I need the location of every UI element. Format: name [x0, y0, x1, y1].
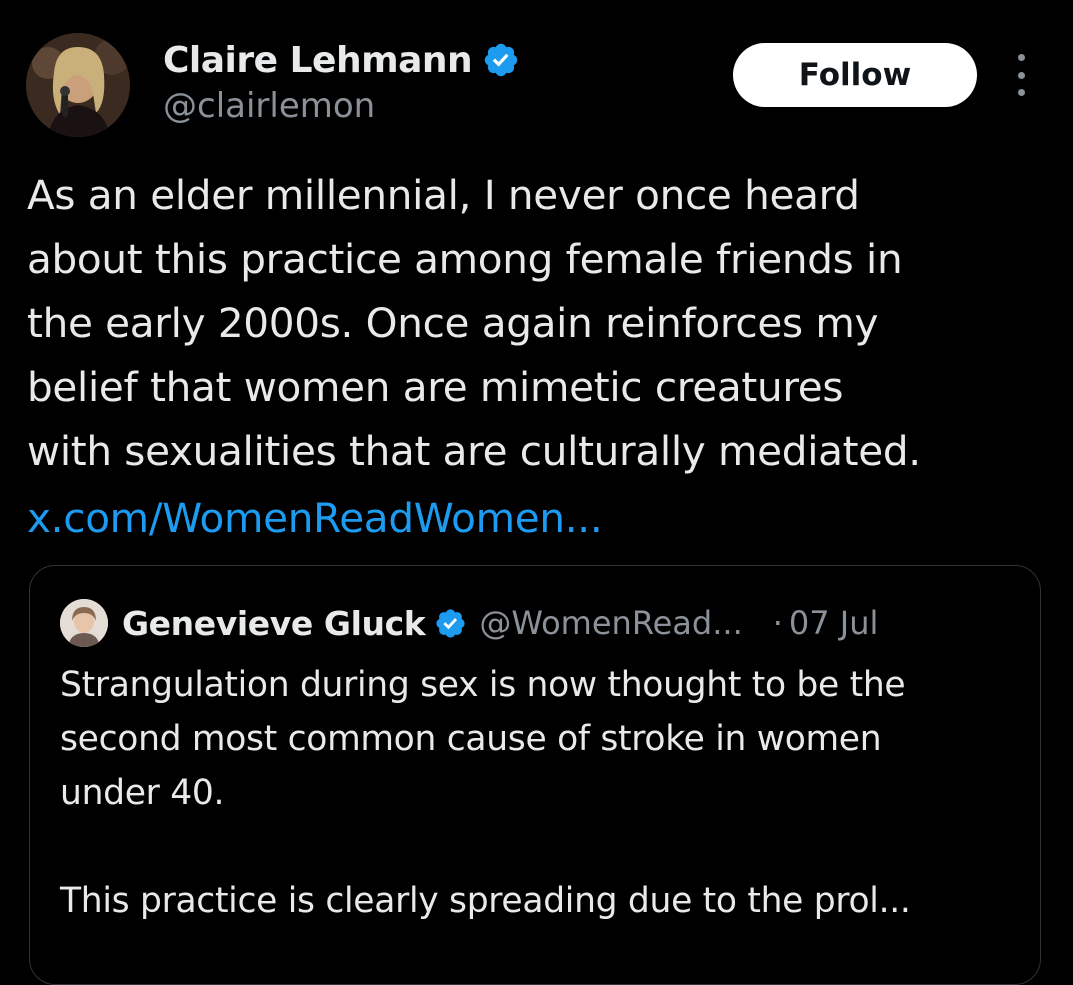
- vertical-ellipsis-icon[interactable]: [1006, 54, 1036, 96]
- quoted-author-display-name[interactable]: Genevieve Gluck: [122, 604, 426, 643]
- author-handle[interactable]: @clairlemon: [163, 86, 375, 126]
- author-display-name[interactable]: Claire Lehmann: [163, 40, 473, 81]
- author-name-row: Claire Lehmann: [163, 38, 520, 82]
- quoted-tweet-card[interactable]: Genevieve Gluck @WomenRead... · 07 Jul S…: [29, 565, 1041, 985]
- ellipsis-dot: [1017, 89, 1025, 96]
- follow-button[interactable]: Follow: [733, 43, 977, 107]
- quoted-author-handle[interactable]: @WomenRead...: [479, 604, 742, 642]
- dot-separator: ·: [772, 604, 783, 642]
- tweet-text: As an elder millennial, I never once hea…: [27, 171, 921, 475]
- verified-badge-icon: [482, 41, 520, 79]
- verified-badge-icon: [434, 607, 467, 640]
- ellipsis-dot: [1017, 71, 1025, 79]
- quoted-author-avatar[interactable]: [60, 599, 108, 647]
- quoted-tweet-header: Genevieve Gluck @WomenRead... · 07 Jul: [60, 599, 878, 647]
- quoted-tweet-text: Strangulation during sex is now thought …: [60, 665, 911, 921]
- author-avatar[interactable]: [26, 33, 130, 137]
- quoted-tweet-date[interactable]: 07 Jul: [789, 604, 879, 642]
- ellipsis-dot: [1017, 54, 1025, 61]
- tweet-link[interactable]: x.com/WomenReadWomen...: [27, 486, 603, 550]
